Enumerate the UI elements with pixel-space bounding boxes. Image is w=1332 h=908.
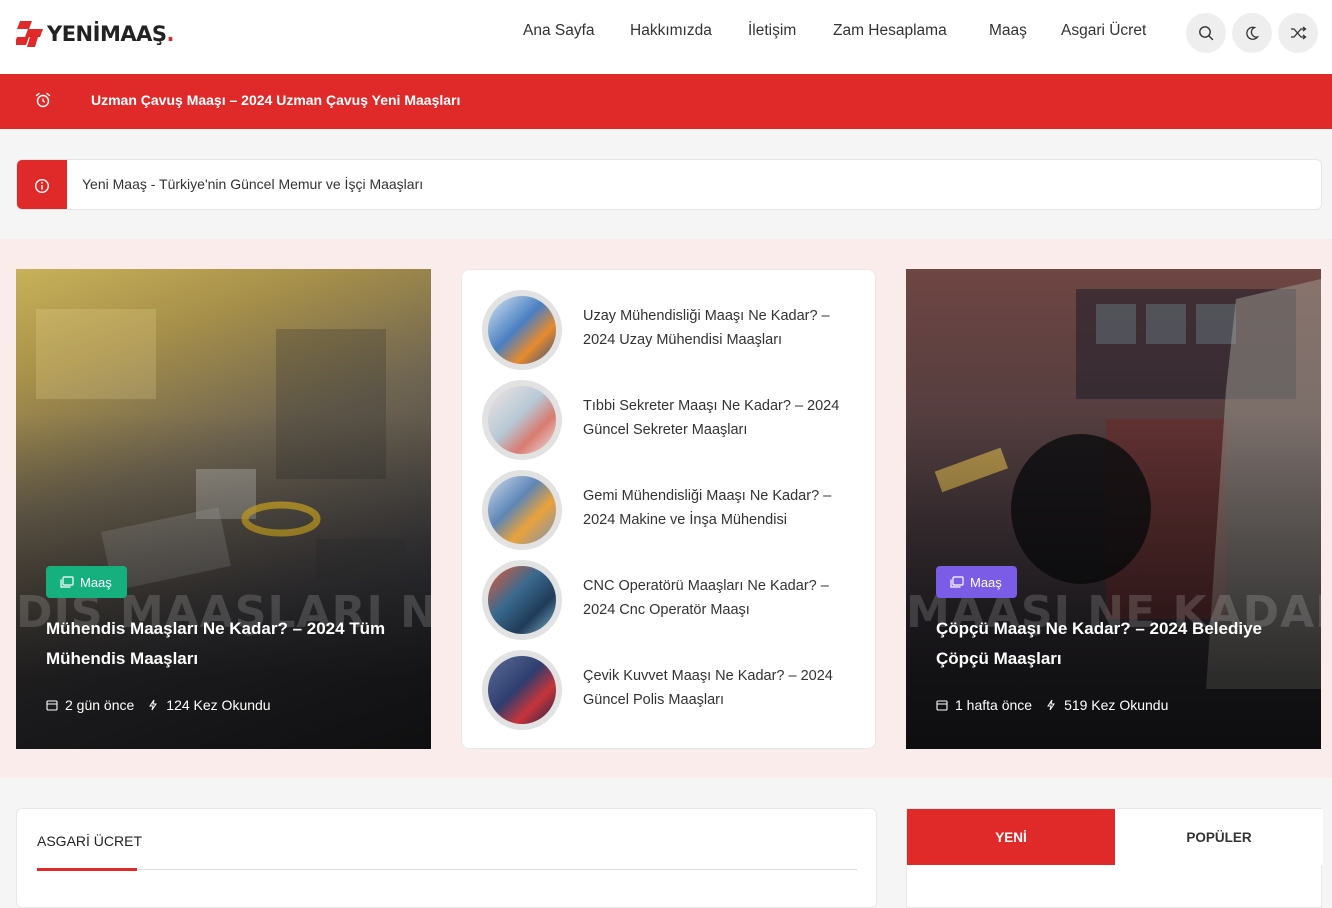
list-item[interactable]: CNC Operatörü Maaşları Ne Kadar? – 2024 … — [482, 560, 862, 640]
featured-title[interactable]: Mühendis Maaşları Ne Kadar? – 2024 Tüm M… — [46, 614, 416, 674]
category-label: Maaş — [80, 574, 112, 590]
calendar-icon — [46, 700, 58, 711]
dark-mode-button[interactable] — [1232, 13, 1272, 53]
breaking-news-link[interactable]: Uzman Çavuş Maaşı – 2024 Uzman Çavuş Yen… — [91, 92, 460, 108]
nav-item-home[interactable]: Ana Sayfa — [523, 22, 595, 40]
post-views: 519 Kez Okundu — [1064, 697, 1169, 713]
section-divider-accent — [37, 868, 137, 871]
minimum-wage-section: ASGARİ ÜCRET — [16, 808, 877, 908]
section-divider — [37, 869, 857, 870]
calendar-icon — [936, 700, 948, 711]
section-title: ASGARİ ÜCRET — [37, 833, 143, 849]
shuffle-icon — [1290, 26, 1307, 40]
post-date: 1 hafta önce — [955, 697, 1033, 713]
post-views: 124 Kez Okundu — [166, 697, 271, 713]
site-tagline: Yeni Maaş - Türkiye'nin Güncel Memur ve … — [82, 176, 424, 192]
nav-item-minimum-wage[interactable]: Asgari Ücret — [1061, 22, 1146, 40]
thumbnail-image — [488, 296, 556, 364]
post-thumbnail[interactable] — [482, 560, 562, 640]
list-item-title[interactable]: CNC Operatörü Maaşları Ne Kadar? – 2024 … — [583, 574, 863, 622]
category-badge[interactable]: Maaş — [936, 566, 1017, 598]
breaking-news-bar: Uzman Çavuş Maaşı – 2024 Uzman Çavuş Yen… — [0, 74, 1332, 129]
logo-dot: . — [166, 22, 175, 46]
list-item-title[interactable]: Gemi Mühendisliği Maaşı Ne Kadar? – 2024… — [583, 484, 863, 532]
card-gradient-overlay — [16, 269, 431, 749]
featured-title[interactable]: Çöpçü Maaşı Ne Kadar? – 2024 Belediye Çö… — [936, 614, 1306, 674]
post-meta: 2 gün önce 124 Kez Okundu — [46, 697, 271, 713]
search-button[interactable] — [1186, 13, 1226, 53]
sidebar-tabs: YENİ POPÜLER — [906, 808, 1323, 908]
thumbnail-image — [488, 566, 556, 634]
views-meta: 519 Kez Okundu — [1046, 697, 1168, 713]
list-item[interactable]: Tıbbi Sekreter Maaşı Ne Kadar? – 2024 Gü… — [482, 380, 862, 460]
site-tagline-bar: Yeni Maaş - Türkiye'nin Güncel Memur ve … — [16, 159, 1322, 210]
bolt-icon — [1047, 699, 1055, 711]
info-icon — [34, 178, 50, 193]
moon-icon — [1246, 26, 1260, 40]
nav-item-raise-calculator[interactable]: Zam Hesaplama — [833, 22, 947, 40]
post-thumbnail[interactable] — [482, 290, 562, 370]
post-thumbnail[interactable] — [482, 470, 562, 550]
category-label: Maaş — [970, 574, 1002, 590]
list-item-title[interactable]: Uzay Mühendisliği Maaşı Ne Kadar? – 2024… — [583, 304, 863, 352]
date-meta: 1 hafta önce — [936, 697, 1032, 713]
thumbnail-image — [488, 656, 556, 724]
nav-item-contact[interactable]: İletişim — [748, 22, 796, 40]
thumbnail-image — [488, 386, 556, 454]
category-icon — [950, 576, 964, 588]
site-header: YENİMAAŞ. Ana Sayfa Hakkımızda İletişim … — [0, 0, 1332, 74]
nav-item-salary[interactable]: Maaş — [989, 22, 1027, 40]
views-meta: 124 Kez Okundu — [148, 697, 271, 713]
logo-mark-icon — [16, 21, 43, 47]
featured-section: DIS MAAŞLARI NE Maaş Mühendis Maaşları N… — [0, 239, 1332, 778]
alarm-icon — [35, 92, 51, 108]
post-list: Uzay Mühendisliği Maaşı Ne Kadar? – 2024… — [461, 269, 876, 749]
category-badge[interactable]: Maaş — [46, 566, 127, 598]
list-item[interactable]: Çevik Kuvvet Maaşı Ne Kadar? – 2024 Günc… — [482, 650, 862, 730]
post-meta: 1 hafta önce 519 Kez Okundu — [936, 697, 1168, 713]
nav-item-about[interactable]: Hakkımızda — [630, 22, 712, 40]
list-item-title[interactable]: Çevik Kuvvet Maaşı Ne Kadar? – 2024 Günc… — [583, 664, 863, 712]
list-item[interactable]: Uzay Mühendisliği Maaşı Ne Kadar? – 2024… — [482, 290, 862, 370]
category-icon — [60, 576, 74, 588]
post-thumbnail[interactable] — [482, 380, 562, 460]
random-post-button[interactable] — [1278, 13, 1318, 53]
list-item-title[interactable]: Tıbbi Sekreter Maaşı Ne Kadar? – 2024 Gü… — [583, 394, 863, 442]
list-item[interactable]: Gemi Mühendisliği Maaşı Ne Kadar? – 2024… — [482, 470, 862, 550]
tab-popular[interactable]: POPÜLER — [1115, 809, 1323, 865]
ticker-icon-box — [17, 160, 67, 209]
logo-text: YENİMAAŞ — [47, 22, 167, 46]
post-thumbnail[interactable] — [482, 650, 562, 730]
date-meta: 2 gün önce — [46, 697, 134, 713]
featured-card-left[interactable]: DIS MAAŞLARI NE Maaş Mühendis Maaşları N… — [16, 269, 431, 749]
tab-new[interactable]: YENİ — [907, 809, 1115, 865]
site-logo[interactable]: YENİMAAŞ. — [16, 17, 174, 51]
thumbnail-image — [488, 476, 556, 544]
bolt-icon — [149, 699, 158, 711]
post-date: 2 gün önce — [65, 697, 135, 713]
card-gradient-overlay — [906, 269, 1321, 749]
featured-card-right[interactable]: MAAŞI NE KADAR Maaş Çöpçü Maaşı Ne Kadar… — [906, 269, 1321, 749]
search-icon — [1199, 26, 1214, 41]
